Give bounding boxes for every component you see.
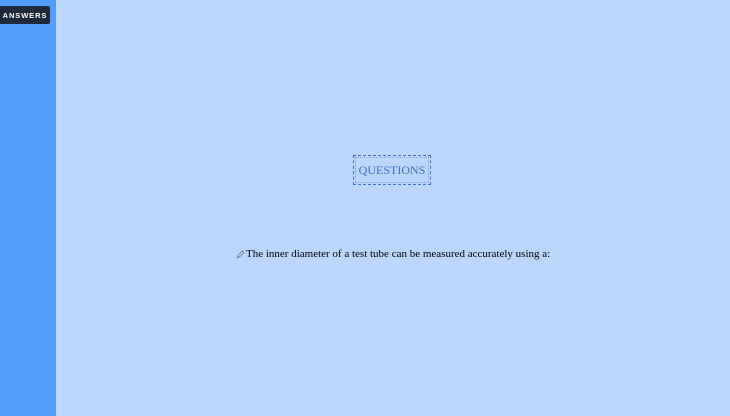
questions-button[interactable]: QUESTIONS xyxy=(353,155,431,185)
pencil-icon xyxy=(236,249,245,259)
question-text: The inner diameter of a test tube can be… xyxy=(246,248,551,260)
question-row: The inner diameter of a test tube can be… xyxy=(236,247,550,261)
answers-button[interactable]: ANSWERS xyxy=(0,6,50,24)
sidebar: ANSWERS xyxy=(0,0,56,416)
